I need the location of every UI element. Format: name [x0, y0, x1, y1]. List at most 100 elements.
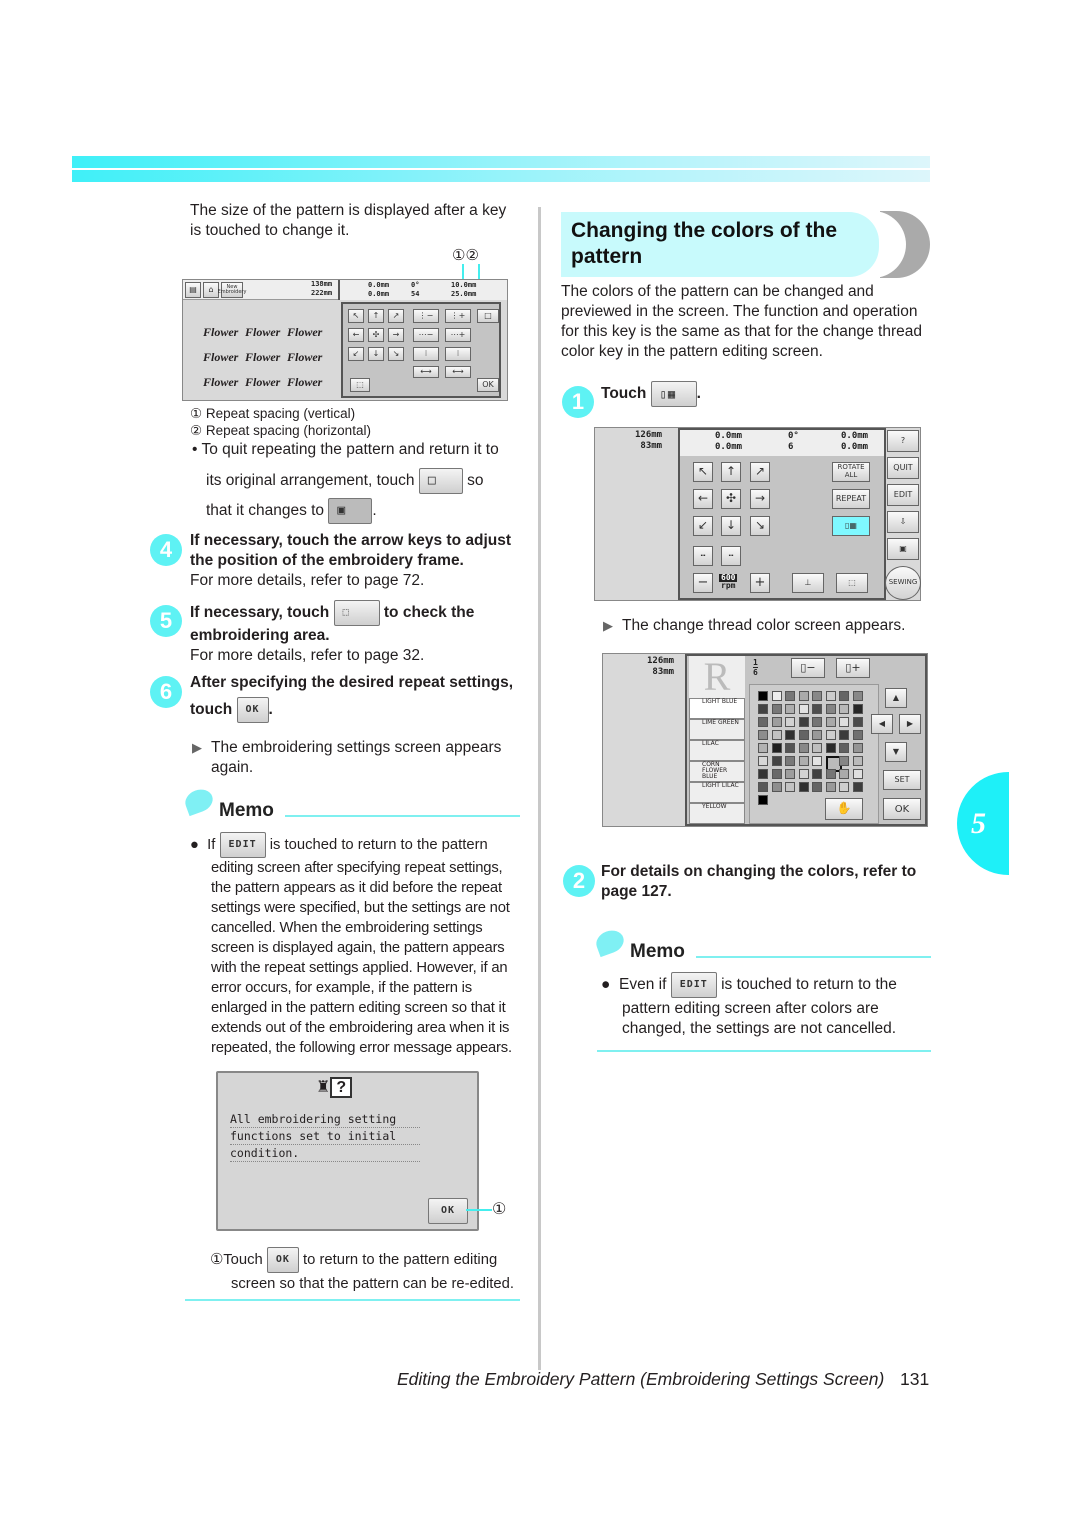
thread-item[interactable]: LILAC [689, 740, 745, 761]
vertical-repeat-button[interactable]: ⁝ [413, 347, 439, 361]
color-swatch[interactable] [852, 704, 863, 714]
color-swatch[interactable] [771, 730, 782, 740]
speed-plus-button[interactable]: + [750, 573, 770, 593]
arrow-down-right-button[interactable]: ↘ [388, 347, 404, 361]
color-swatch[interactable] [785, 782, 795, 792]
color-swatch[interactable] [771, 717, 782, 727]
color-swatch[interactable] [758, 769, 768, 779]
thread-item[interactable]: LIME GREEN [689, 719, 745, 740]
arrow-down-button[interactable]: ↓ [721, 516, 741, 536]
sewing-button[interactable]: SEWING [885, 566, 921, 600]
color-swatch[interactable] [798, 782, 809, 792]
color-swatch[interactable] [812, 704, 822, 714]
color-swatch[interactable] [785, 730, 795, 740]
edit-button[interactable]: EDIT [887, 484, 919, 506]
horizontal-plus-button[interactable]: ⋯+ [445, 328, 471, 342]
color-swatch[interactable] [771, 704, 782, 714]
color-swatch[interactable] [839, 756, 849, 766]
scroll-right-button[interactable]: ▶ [899, 714, 921, 734]
color-swatch[interactable] [825, 704, 836, 714]
center-button[interactable]: ✣ [721, 489, 741, 509]
color-swatch[interactable] [825, 717, 836, 727]
color-swatch[interactable] [785, 756, 795, 766]
color-swatch[interactable] [812, 782, 822, 792]
color-swatch[interactable] [812, 730, 822, 740]
repeat-off-button[interactable]: □ [477, 309, 499, 323]
error-ok-button[interactable]: OK [428, 1198, 468, 1224]
arrow-down-left-button[interactable]: ↙ [693, 516, 713, 536]
color-swatch[interactable] [812, 756, 822, 766]
scroll-down-button[interactable]: ▼ [885, 742, 907, 762]
color-swatch[interactable] [839, 730, 849, 740]
color-swatch[interactable] [852, 691, 863, 701]
color-swatch[interactable] [852, 730, 863, 740]
color-swatch[interactable] [798, 756, 809, 766]
arrow-down-right-button[interactable]: ↘ [750, 516, 770, 536]
new-embroidery-button[interactable]: New Embroidery [218, 282, 246, 298]
thread-prev-button[interactable]: ▯− [791, 658, 825, 678]
color-swatch[interactable] [839, 769, 849, 779]
ok-button[interactable]: OK [477, 378, 499, 392]
color-swatch[interactable] [812, 691, 822, 701]
color-swatch[interactable] [758, 743, 768, 753]
chapter-tab[interactable]: 5 [957, 772, 1009, 875]
page-icon[interactable]: ▤ [185, 282, 201, 298]
arrow-down-button[interactable]: ↓ [368, 347, 384, 361]
color-swatch[interactable] [771, 691, 782, 701]
color-swatch[interactable] [758, 795, 768, 805]
color-swatch[interactable] [839, 782, 849, 792]
quit-button[interactable]: QUIT [887, 457, 919, 479]
color-swatch[interactable] [825, 769, 836, 779]
trial-frame-button[interactable]: ⬚ [350, 378, 370, 392]
help-button[interactable]: ? [887, 430, 919, 452]
color-swatch[interactable] [785, 743, 795, 753]
trial-frame-button[interactable]: ⬚ [836, 573, 868, 593]
color-swatch[interactable] [758, 717, 768, 727]
color-swatch[interactable] [798, 704, 809, 714]
arrow-up-right-button[interactable]: ↗ [388, 309, 404, 323]
color-swatch[interactable] [771, 743, 782, 753]
scroll-left-button[interactable]: ◀ [871, 714, 893, 734]
color-swatch[interactable] [852, 717, 863, 727]
memory-button[interactable]: ⇩ [887, 511, 919, 533]
arrow-up-button[interactable]: ↑ [721, 462, 741, 482]
color-swatch[interactable] [758, 691, 768, 701]
color-swatch[interactable] [758, 704, 768, 714]
arrow-left-button[interactable]: ← [693, 489, 713, 509]
baste-2-button[interactable]: ┅ [721, 546, 741, 566]
color-swatch[interactable] [798, 743, 809, 753]
color-swatch[interactable] [771, 756, 782, 766]
arrow-up-left-button[interactable]: ↖ [348, 309, 364, 323]
horizontal-repeat-button[interactable]: ⟷ [413, 366, 439, 378]
color-swatch[interactable] [839, 704, 849, 714]
change-color-button[interactable]: ▯▦ [832, 516, 870, 536]
color-swatch[interactable] [812, 717, 822, 727]
color-swatch[interactable] [758, 782, 768, 792]
color-swatch[interactable] [785, 691, 795, 701]
color-swatch[interactable] [785, 717, 795, 727]
color-swatch[interactable] [852, 769, 863, 779]
needle-position-button[interactable]: ⊥ [792, 573, 824, 593]
vertical-plus-button[interactable]: ⋮+ [445, 309, 471, 323]
color-swatch[interactable] [852, 782, 863, 792]
color-swatch[interactable] [825, 691, 836, 701]
color-swatch[interactable] [812, 743, 822, 753]
color-swatch[interactable] [798, 730, 809, 740]
vertical-repeat-2-button[interactable]: ⁝ [445, 347, 471, 361]
color-swatch[interactable] [798, 691, 809, 701]
color-swatch[interactable] [812, 769, 822, 779]
arrow-right-button[interactable]: → [750, 489, 770, 509]
hand-icon[interactable]: ✋ [825, 798, 863, 820]
ok-button[interactable]: OK [883, 798, 921, 820]
thread-item[interactable]: LIGHT BLUE [689, 698, 745, 719]
color-swatch[interactable] [839, 691, 849, 701]
arrow-up-left-button[interactable]: ↖ [693, 462, 713, 482]
color-swatch[interactable] [785, 704, 795, 714]
color-swatch[interactable] [839, 717, 849, 727]
speed-minus-button[interactable]: − [693, 573, 713, 593]
color-swatch[interactable] [785, 769, 795, 779]
arrow-up-button[interactable]: ↑ [368, 309, 384, 323]
thread-next-button[interactable]: ▯+ [836, 658, 870, 678]
color-swatch[interactable] [825, 782, 836, 792]
repeat-button[interactable]: REPEAT [832, 489, 870, 509]
